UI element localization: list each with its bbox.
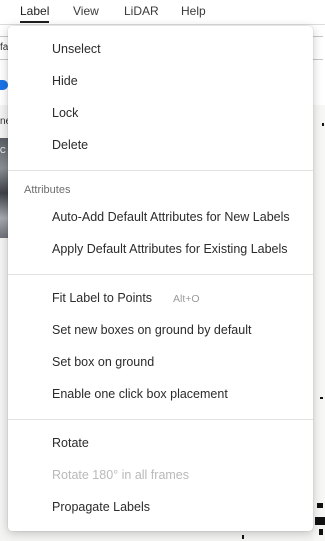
thumbnail-text-fragment: C [0,146,6,155]
menu-divider [8,170,313,171]
menu-item-rotate-180-all-frames: Rotate 180° in all frames [52,468,190,482]
menu-bar: Label View LiDAR Help [0,0,325,25]
menu-divider [8,274,313,275]
menu-item-hide[interactable]: Hide [52,73,78,89]
menu-item-delete[interactable]: Delete [52,137,88,153]
label-dropdown-menu: Unselect Hide Lock Delete Attributes Aut… [8,26,313,531]
menu-label[interactable]: Label [20,3,50,23]
point-speck [322,123,324,126]
point-speck [319,529,323,535]
menu-item-propagate-labels[interactable]: Propagate Labels [52,499,150,515]
menu-item-auto-add-default-attributes[interactable]: Auto-Add Default Attributes for New Labe… [52,209,290,225]
menu-item-lock[interactable]: Lock [52,105,78,121]
menu-item-set-new-boxes-on-ground[interactable]: Set new boxes on ground by default [52,322,251,338]
menu-item-fit-label-to-points[interactable]: Fit Label to Points [52,290,152,306]
point-cloud-canvas[interactable] [313,105,325,541]
point-speck [317,503,323,508]
shortcut-alt-o: Alt+O [173,293,200,305]
menu-help[interactable]: Help [181,3,206,19]
menu-divider [8,419,313,420]
menu-item-enable-one-click-box-placement[interactable]: Enable one click box placement [52,386,228,402]
menu-item-rotate[interactable]: Rotate [52,435,89,451]
menu-view[interactable]: View [73,3,99,19]
menu-lidar[interactable]: LiDAR [124,3,159,19]
point-speck [320,397,323,399]
menu-item-apply-default-attributes[interactable]: Apply Default Attributes for Existing La… [52,241,288,257]
point-speck [242,535,244,539]
menu-item-set-box-on-ground[interactable]: Set box on ground [52,354,154,370]
point-speck [315,517,325,525]
menu-item-unselect[interactable]: Unselect [52,41,101,57]
attributes-section-title: Attributes [24,184,71,196]
background-right-field[interactable] [312,36,323,60]
